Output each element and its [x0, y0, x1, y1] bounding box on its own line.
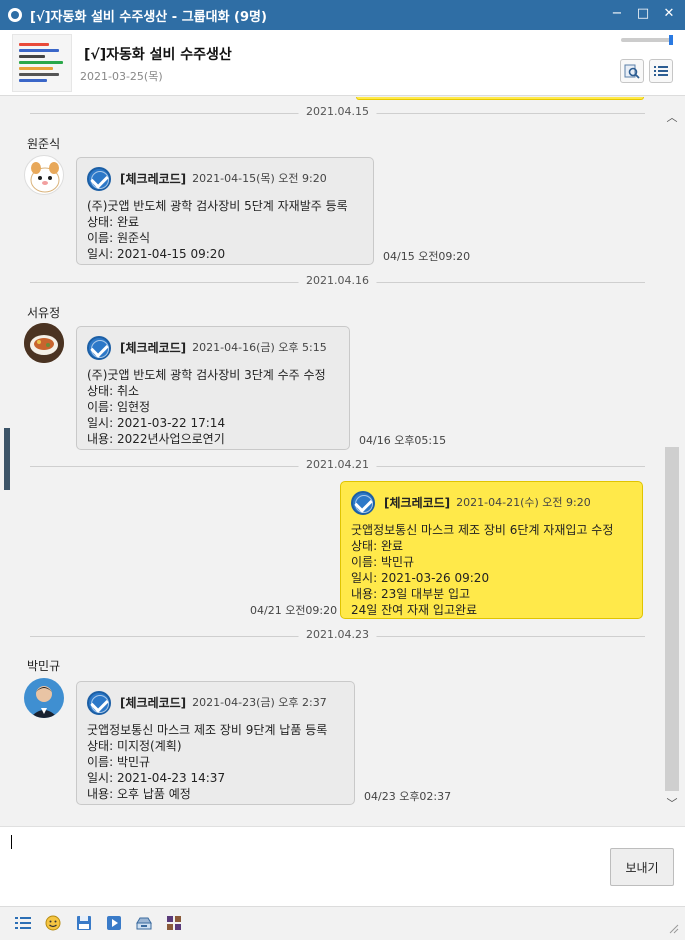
message-time: 04/23 오후02:37 [364, 790, 452, 803]
message-header: [체크레코드] 2021-04-21(수) 오전 9:20 [351, 490, 632, 516]
previous-message-bubble [356, 97, 644, 100]
message-line: 상태: 취소 [87, 384, 140, 398]
message-line: 내용: 오후 납품 예정 [87, 787, 191, 801]
message-line: 내용: 2022년사업으로연기 [87, 432, 225, 446]
message-line: 상태: 완료 [351, 539, 404, 553]
sender-name: 박민규 [27, 659, 61, 673]
search-button[interactable] [620, 59, 644, 83]
chat-scrollbar[interactable]: ︿ ﹀ [664, 97, 682, 817]
message-tag: [체크레코드] [384, 496, 451, 510]
menu-button[interactable] [649, 59, 673, 83]
message-tag: [체크레코드] [120, 172, 187, 186]
date-label: 2021.04.15 [298, 105, 377, 118]
message-datetime: 2021-04-15(목) 오전 9:20 [192, 172, 327, 185]
grid-icon[interactable] [166, 915, 182, 931]
person-photo-avatar-icon [24, 678, 64, 718]
title-bar: [√]자동화 설비 수주생산 - 그룹대화 (9명) − □ ✕ [0, 0, 685, 30]
check-record-icon [351, 491, 375, 515]
room-thumbnail [12, 34, 72, 92]
app-logo-icon [8, 8, 22, 22]
message-datetime: 2021-04-21(수) 오전 9:20 [456, 496, 591, 509]
message-bubble[interactable]: [체크레코드] 2021-04-23(금) 오후 2:37 굿앱정보통신 마스크… [76, 681, 355, 805]
food-photo-avatar-icon [24, 323, 64, 363]
message-line: 이름: 원준식 [87, 231, 151, 245]
message-line: (주)굿앱 반도체 광학 검사장비 5단계 자재발주 등록 [87, 199, 348, 213]
date-label: 2021.04.16 [298, 274, 377, 287]
message-time: 04/15 오전09:20 [383, 250, 471, 263]
sender-name: 서유정 [27, 306, 61, 320]
avatar[interactable] [24, 155, 64, 195]
message-tag: [체크레코드] [120, 696, 187, 710]
archive-icon[interactable] [136, 915, 152, 931]
side-panel-handle[interactable] [4, 428, 10, 490]
message-tag: [체크레코드] [120, 341, 187, 355]
sender-name: 원준식 [27, 137, 61, 151]
message-line: 일시: 2021-04-23 14:37 [87, 771, 226, 785]
play-icon[interactable] [106, 915, 122, 931]
scrollbar-thumb[interactable] [665, 447, 679, 791]
message-bubble[interactable]: [체크레코드] 2021-04-16(금) 오후 5:15 (주)굿앱 반도체 … [76, 326, 350, 450]
message-line: 일시: 2021-03-26 09:20 [351, 571, 490, 585]
message-line: 상태: 완료 [87, 215, 140, 229]
message-header: [체크레코드] 2021-04-16(금) 오후 5:15 [87, 335, 339, 361]
message-bubble[interactable]: [체크레코드] 2021-04-15(목) 오전 9:20 (주)굿앱 반도체 … [76, 157, 374, 265]
maximize-button[interactable]: □ [635, 5, 651, 23]
search-doc-icon [624, 64, 640, 79]
message-line: 내용: 23일 대부분 입고 [351, 587, 471, 601]
my-message-bubble[interactable]: [체크레코드] 2021-04-21(수) 오전 9:20 굿앱정보통신 마스크… [340, 481, 643, 619]
message-line: 굿앱정보통신 마스크 제조 장비 6단계 자재입고 수정 [351, 523, 614, 537]
date-separator: 2021.04.15 [30, 105, 645, 118]
minimize-button[interactable]: − [609, 5, 625, 23]
message-input-area[interactable]: 보내기 [0, 826, 685, 906]
close-button[interactable]: ✕ [661, 5, 677, 23]
text-caret [11, 835, 12, 849]
check-record-icon [87, 691, 111, 715]
emoji-icon[interactable] [45, 915, 61, 931]
hamster-avatar-icon [30, 162, 60, 193]
room-date: 2021-03-25(목) [80, 70, 163, 83]
date-label: 2021.04.21 [298, 458, 377, 471]
message-line: 이름: 임현정 [87, 400, 151, 414]
date-separator: 2021.04.21 [30, 458, 645, 471]
save-icon[interactable] [76, 915, 92, 931]
scroll-down-icon[interactable]: ﹀ [665, 795, 679, 811]
avatar[interactable] [24, 323, 64, 363]
message-line: 일시: 2021-04-15 09:20 [87, 247, 226, 261]
chat-header: [√]자동화 설비 수주생산 2021-03-25(목) [0, 30, 685, 96]
avatar[interactable] [24, 678, 64, 718]
message-header: [체크레코드] 2021-04-23(금) 오후 2:37 [87, 690, 344, 716]
list-menu-icon [654, 66, 668, 76]
message-line: 상태: 미지정(계획) [87, 739, 182, 753]
check-record-icon [87, 167, 111, 191]
date-separator: 2021.04.16 [30, 274, 645, 287]
bottom-toolbar [0, 906, 685, 940]
message-line: (주)굿앱 반도체 광학 검사장비 3단계 수주 수정 [87, 368, 326, 382]
window-controls: − □ ✕ [609, 5, 677, 23]
resize-grip-icon[interactable] [669, 924, 679, 934]
date-label: 2021.04.23 [298, 628, 377, 641]
chat-messages[interactable]: 2021.04.15 원준식 [체크레코드] 2021-04-15(목) 오전 … [0, 97, 665, 826]
scroll-up-icon[interactable]: ︿ [665, 109, 679, 125]
date-separator: 2021.04.23 [30, 628, 645, 641]
slider-knob[interactable] [669, 35, 673, 45]
check-record-icon [87, 336, 111, 360]
message-datetime: 2021-04-23(금) 오후 2:37 [192, 696, 327, 709]
message-line: 이름: 박민규 [351, 555, 415, 569]
message-time: 04/16 오후05:15 [359, 434, 447, 447]
message-header: [체크레코드] 2021-04-15(목) 오전 9:20 [87, 166, 363, 192]
message-line: 일시: 2021-03-22 17:14 [87, 416, 226, 430]
list-icon[interactable] [15, 915, 31, 931]
message-datetime: 2021-04-16(금) 오후 5:15 [192, 341, 327, 354]
send-button[interactable]: 보내기 [610, 848, 674, 886]
message-line: 굿앱정보통신 마스크 제조 장비 9단계 납품 등록 [87, 723, 328, 737]
message-time: 04/21 오전09:20 [250, 604, 338, 617]
window-title: [√]자동화 설비 수주생산 - 그룹대화 (9명) [30, 9, 267, 25]
room-name: [√]자동화 설비 수주생산 [84, 47, 232, 63]
font-size-slider[interactable] [621, 35, 673, 45]
message-line: 24일 잔여 자재 입고완료 [351, 603, 478, 617]
message-line: 이름: 박민규 [87, 755, 151, 769]
